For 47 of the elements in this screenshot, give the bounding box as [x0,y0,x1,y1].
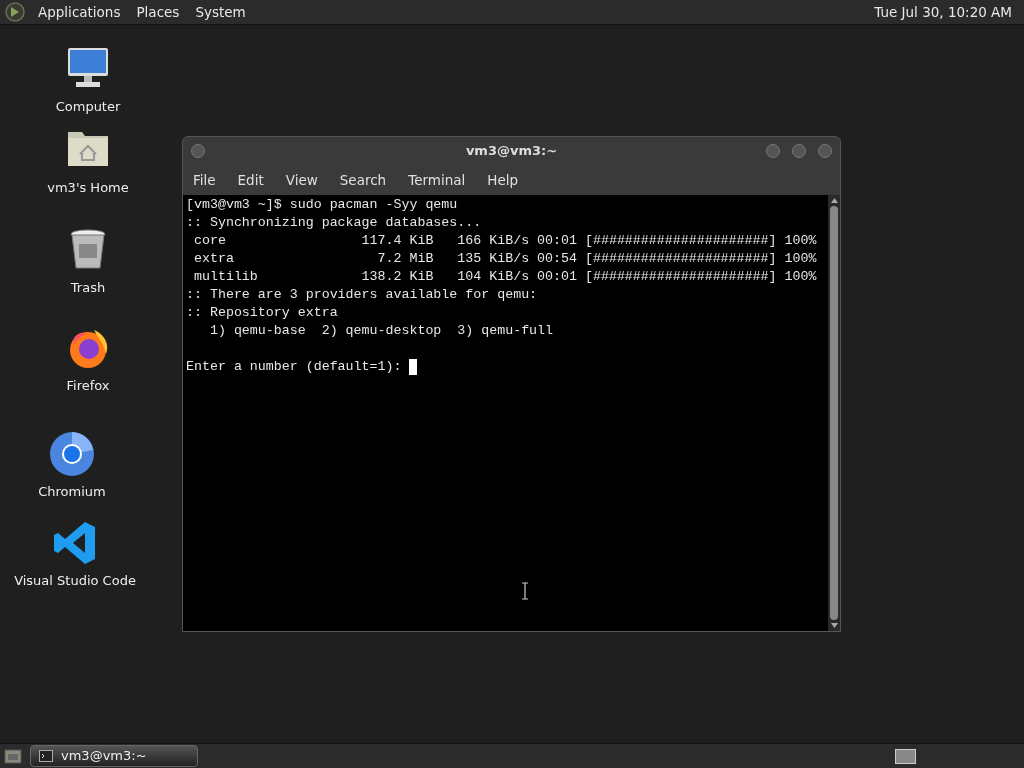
icon-label: vm3's Home [47,179,129,197]
terminal-line: core 117.4 KiB 166 KiB/s 00:01 [######################] 100% [192,232,817,250]
terminal-line: :: Repository extra [186,304,338,322]
menu-item[interactable]: Edit [237,169,264,191]
taskbar-button[interactable]: vm3@vm3:~ [30,745,198,767]
scroll-up-icon[interactable] [830,198,838,203]
menu-item[interactable]: Search [339,169,387,191]
icon-label: Trash [70,279,106,297]
desktop-icon[interactable]: Trash [57,226,119,298]
workspace-switcher[interactable] [895,748,916,764]
desktop-icon[interactable]: Visual Studio Code [15,519,135,591]
desktop-icon[interactable]: Chromium [34,430,110,502]
icon-label: Computer [55,98,121,116]
logo-icon[interactable] [4,1,26,23]
desktop-icon[interactable]: vm3's Home [48,126,128,198]
maximize-button[interactable] [792,144,806,158]
terminal-line: :: There are 3 providers available for qemu: [186,286,538,304]
terminal-line: 1) qemu-base 2) qemu-desktop 3) qemu-full [208,322,554,340]
icon-label: Firefox [66,377,110,395]
icon-label: Visual Studio Code [14,572,136,590]
terminal-line: extra 7.2 MiB 135 KiB/s 00:54 [######################] 100% [192,250,817,268]
terminal-line: [vm3@vm3 ~]$ sudo pacman -Syy qemu [186,196,458,214]
clock[interactable]: Tue Jul 30, 10:20 AM [874,1,1020,23]
terminal-icon [39,750,53,762]
menu-item[interactable]: Terminal [408,169,466,191]
close-button[interactable] [818,144,832,158]
show-desktop-icon[interactable] [4,748,22,764]
icon-label: Chromium [38,483,106,501]
window-title: vm3@vm3:~ [465,142,558,161]
menu-item[interactable]: View [285,169,318,191]
desktop-icon[interactable]: Computer [57,45,119,117]
terminal-prompt: Enter a number (default=1): [186,358,403,376]
scrollbar[interactable] [828,195,840,631]
panel-menu[interactable]: Applications [38,1,121,23]
window-menu-button[interactable] [191,144,205,158]
text-cursor [409,359,418,375]
text-cursor-icon [521,582,529,600]
minimize-button[interactable] [766,144,780,158]
panel-menu[interactable]: System [195,1,246,23]
scroll-down-icon[interactable] [830,623,838,628]
panel-menu[interactable]: Places [136,1,180,23]
menu-item[interactable]: Help [487,169,519,191]
terminal-line: multilib 138.2 KiB 104 KiB/s 00:01 [######################] 100% [192,268,817,286]
menu-item[interactable]: File [193,169,216,191]
terminal-line: :: Synchronizing package databases... [186,214,482,232]
chromium-icon [48,430,96,478]
desktop-icon[interactable]: Firefox [57,324,119,396]
